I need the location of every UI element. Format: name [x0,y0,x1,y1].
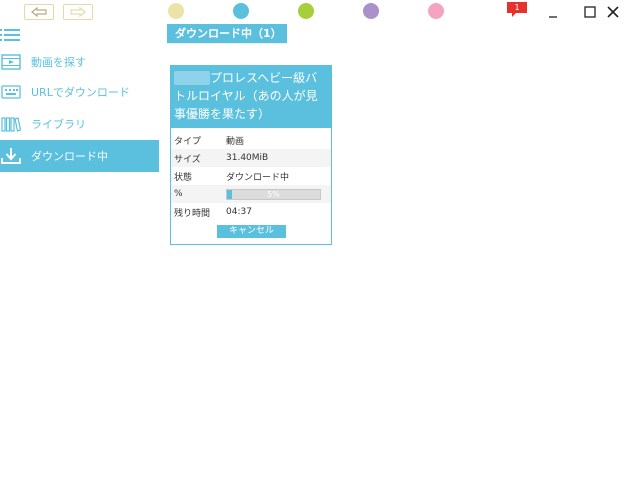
info-row-type: タイプ 動画 [171,131,331,149]
download-icon [1,147,21,165]
info-row-status: 状態 ダウンロード中 [171,167,331,185]
minimize-button[interactable] [546,4,560,18]
info-value: 31.40MiB [226,153,269,163]
sidebar-item-search-videos[interactable]: 動画を探す [0,47,159,77]
progress-text: 5% [267,189,280,199]
redacted-label [174,71,210,85]
sidebar-item-label: 動画を探す [31,56,86,69]
minimize-icon [549,16,557,18]
info-key: % [174,189,183,199]
section-title: ダウンロード中（1） [167,24,287,43]
back-arrow-icon [31,7,47,17]
info-key: 残り時間 [174,208,211,219]
close-icon [607,6,619,18]
info-key: 状態 [174,172,193,183]
sidebar-item-label: ライブラリ [31,118,86,131]
sidebar-item-label: URLでダウンロード [31,86,130,99]
library-books-icon [1,115,21,133]
info-row-size: サイズ 31.40MiB [171,149,331,167]
info-key: タイプ [174,136,202,147]
cancel-button[interactable]: キャンセル [217,225,286,238]
info-value: 04:37 [226,207,252,217]
info-value: 動画 [226,136,245,147]
info-value: ダウンロード中 [226,172,290,183]
theme-dot-yellow[interactable] [168,3,184,19]
notification-button[interactable]: 1 [507,2,527,18]
forward-button[interactable] [63,4,93,20]
sidebar-item-library[interactable]: ライブラリ [0,109,159,139]
info-row-percent: % 5% [171,185,331,203]
download-info-table: タイプ 動画 サイズ 31.40MiB 状態 ダウンロード中 % 5% 残り時間… [171,131,331,221]
download-title-area: プロレスヘビー級バトルロイヤル（あの人が見事優勝を果たす） [171,66,331,128]
back-button[interactable] [24,4,54,20]
theme-dot-blue[interactable] [233,3,249,19]
theme-dot-pink[interactable] [428,3,444,19]
sidebar-item-label: ダウンロード中 [31,150,108,163]
sidebar-item-url-download[interactable]: URLでダウンロード [0,77,159,107]
theme-dot-green[interactable] [298,3,314,19]
keyboard-icon [1,83,21,101]
theme-dot-purple[interactable] [363,3,379,19]
progress-bar: 5% [226,188,321,200]
close-button[interactable] [606,4,620,18]
maximize-button[interactable] [583,4,597,18]
hamburger-menu-icon[interactable] [0,27,20,43]
info-row-remaining: 残り時間 04:37 [171,203,331,221]
maximize-icon [584,6,596,18]
sidebar-item-downloading[interactable]: ダウンロード中 [0,140,159,172]
info-key: サイズ [174,154,201,165]
notification-count: 1 [514,3,520,12]
film-icon [1,53,21,71]
download-card: プロレスヘビー級バトルロイヤル（あの人が見事優勝を果たす） タイプ 動画 サイズ… [170,65,332,245]
forward-arrow-icon [70,7,86,17]
